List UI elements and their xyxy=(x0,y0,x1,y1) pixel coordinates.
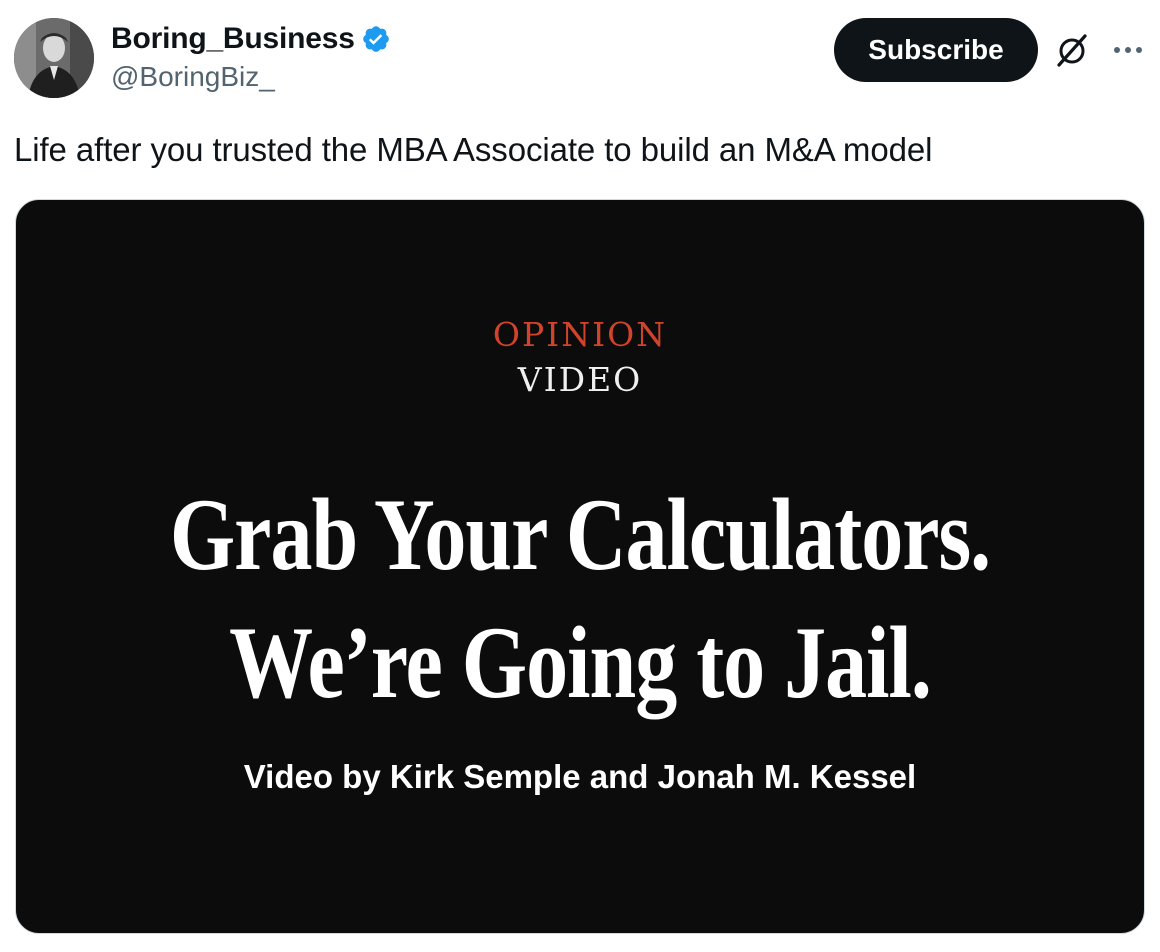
avatar-portrait-image xyxy=(14,18,94,98)
author-handle[interactable]: @BoringBiz_ xyxy=(111,59,275,95)
author-display-name[interactable]: Boring_Business xyxy=(111,20,355,58)
video-media-card[interactable]: OPINION VIDEO Grab Your Calculators. We’… xyxy=(15,199,1145,934)
grok-icon[interactable] xyxy=(1052,30,1092,70)
author-avatar[interactable] xyxy=(14,18,94,98)
media-section-label: OPINION xyxy=(492,315,668,354)
media-byline: Video by Kirk Semple and Jonah M. Kessel xyxy=(243,758,917,795)
media-headline-line-1: Grab Your Calculators. xyxy=(169,478,991,592)
subscribe-button[interactable]: Subscribe xyxy=(834,18,1038,82)
author-name-row[interactable]: Boring_Business xyxy=(111,20,391,58)
verified-badge-icon[interactable] xyxy=(361,24,391,54)
tweet-text: Life after you trusted the MBA Associate… xyxy=(14,131,933,168)
media-section-sublabel: VIDEO xyxy=(517,360,643,399)
more-options-icon[interactable] xyxy=(1108,30,1148,70)
media-headline-line-2: We’re Going to Jail. xyxy=(229,606,932,720)
